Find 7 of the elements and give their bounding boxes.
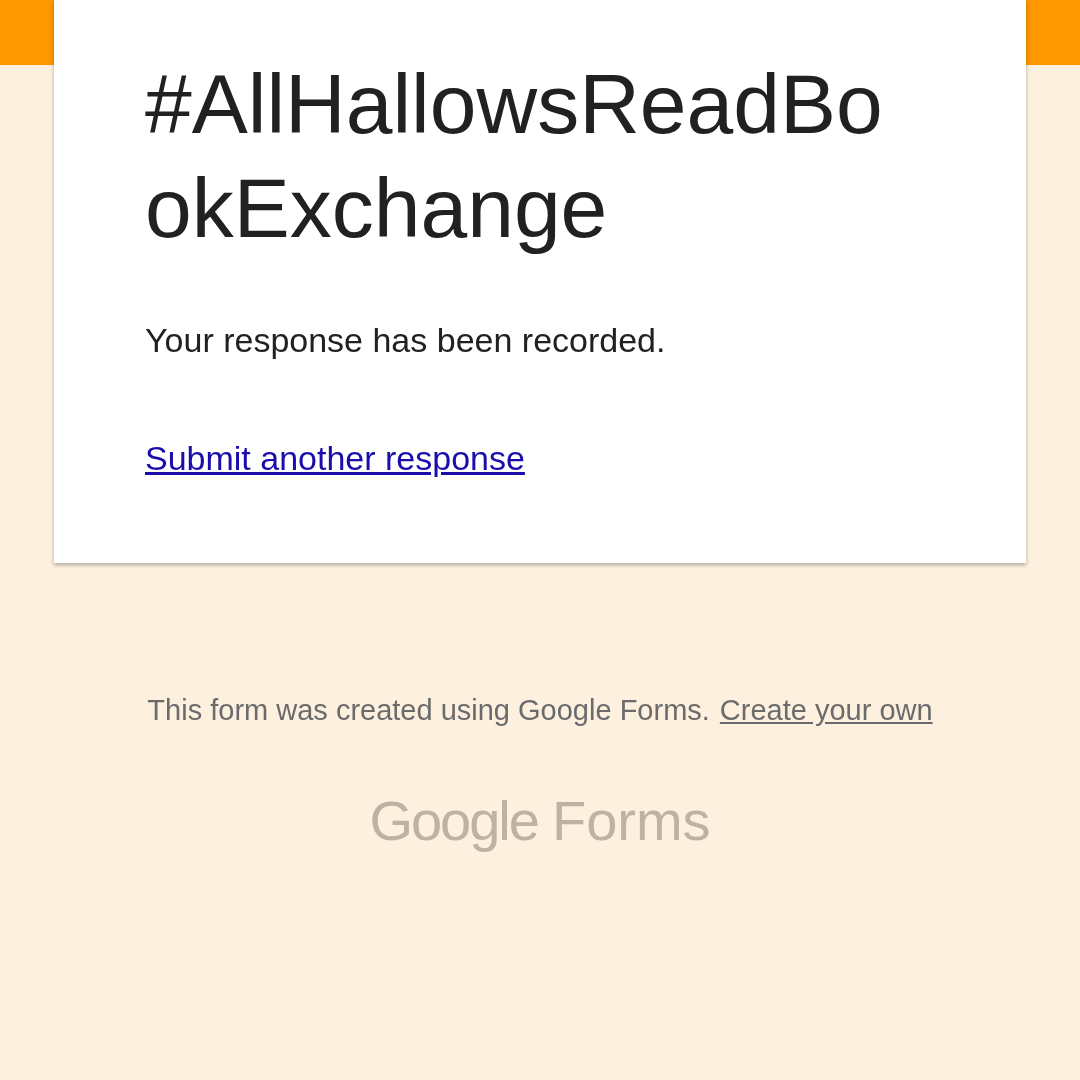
form-title: #AllHallowsReadBookExchange bbox=[145, 56, 884, 257]
logo-brand: Google bbox=[369, 788, 538, 853]
create-your-own-link[interactable]: Create your own bbox=[719, 689, 933, 733]
confirmation-message: Your response has been recorded. bbox=[145, 320, 666, 361]
submit-another-link[interactable]: Submit another response bbox=[145, 436, 525, 480]
footer-note: This form was created using Google Forms. bbox=[147, 693, 710, 728]
logo-product: Forms bbox=[551, 788, 711, 853]
